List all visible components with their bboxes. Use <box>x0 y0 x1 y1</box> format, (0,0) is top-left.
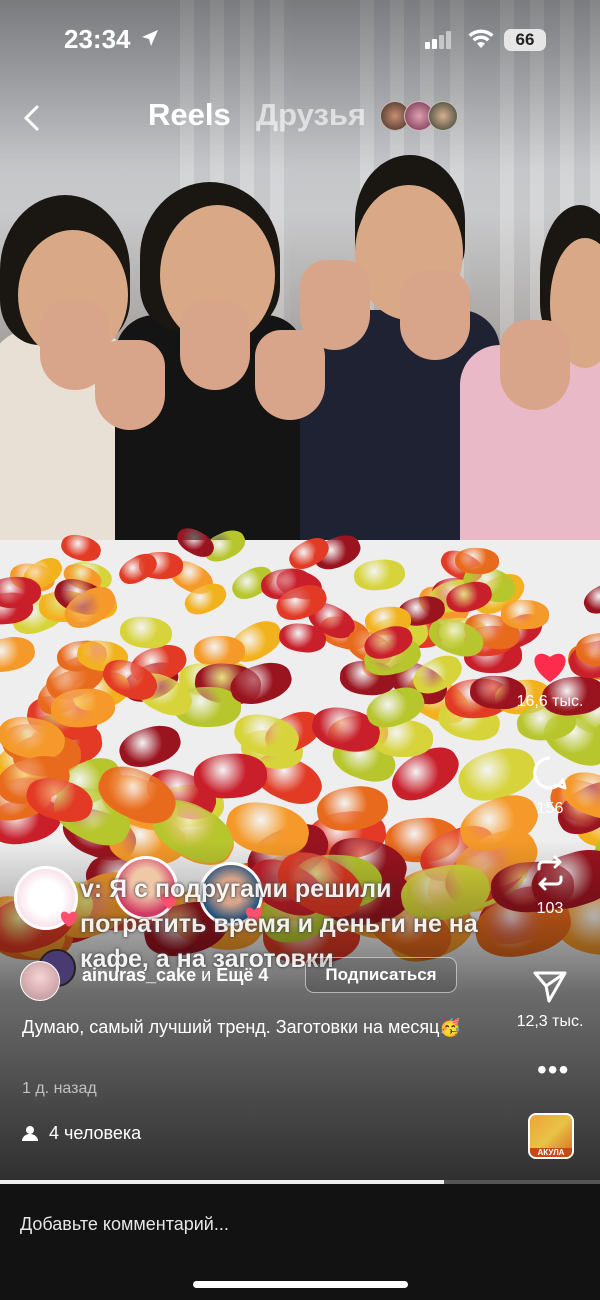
audio-track-thumbnail[interactable]: АКУЛА <box>528 1113 574 1159</box>
comment-input[interactable]: Добавьте комментарий... <box>20 1214 229 1235</box>
tagged-people[interactable]: 4 человека <box>22 1123 141 1144</box>
comment-button[interactable]: 156 <box>500 755 600 818</box>
reels-header: Reels Друзья <box>0 95 600 145</box>
hand <box>95 340 165 430</box>
friend-avatar <box>428 101 458 131</box>
location-arrow-icon <box>142 30 158 46</box>
person-icon <box>22 1126 38 1141</box>
audio-label: АКУЛА <box>530 1148 572 1157</box>
post-timestamp: 1 д. назад <box>22 1080 97 1097</box>
repost-button[interactable]: 103 <box>500 855 600 918</box>
reels-screen: 23:34 66 Reels Друзья v: Я с подругами р… <box>0 0 600 1300</box>
clock: 23:34 <box>64 24 131 54</box>
like-count: 16,6 тыс. <box>516 693 584 710</box>
status-bar: 23:34 66 <box>0 0 600 80</box>
author-avatar[interactable] <box>20 961 60 1001</box>
comment-count: 156 <box>536 800 564 817</box>
tab-friends[interactable]: Друзья <box>256 97 366 133</box>
friends-avatars[interactable] <box>378 101 458 131</box>
share-button[interactable]: 12,3 тыс. <box>500 968 600 1031</box>
heart-icon <box>60 911 78 927</box>
author-more[interactable]: Ещё 4 <box>216 965 268 985</box>
repost-icon <box>537 855 563 891</box>
back-chevron-icon[interactable] <box>18 103 48 133</box>
battery-indicator: 66 <box>504 29 546 51</box>
hand <box>400 270 470 360</box>
more-options-icon[interactable]: ••• <box>537 1056 569 1084</box>
post-caption[interactable]: Думаю, самый лучший тренд. Заготовки на … <box>22 1014 482 1040</box>
tagged-people-label: 4 человека <box>49 1123 142 1143</box>
author-username[interactable]: ainuras_cake <box>82 965 196 985</box>
cellular-signal-icon <box>425 31 453 49</box>
hand <box>180 300 250 390</box>
author-line[interactable]: ainuras_cake и Ещё 4 <box>82 965 268 986</box>
repost-count: 103 <box>536 900 564 917</box>
share-count: 12,3 тыс. <box>516 1013 584 1030</box>
author-row: ainuras_cake и Ещё 4 Подписаться <box>20 949 500 1001</box>
heart-filled-icon <box>534 653 566 682</box>
bell-pepper <box>454 546 500 575</box>
hand <box>300 260 370 350</box>
follow-button[interactable]: Подписаться <box>305 957 457 993</box>
wifi-icon <box>468 29 494 48</box>
author-connector: и <box>201 965 212 985</box>
send-paper-plane-icon <box>533 971 567 1003</box>
comment-bubble-icon <box>533 756 567 790</box>
tab-reels[interactable]: Reels <box>148 97 231 133</box>
like-button[interactable]: 16,6 тыс. <box>500 650 600 711</box>
hand <box>500 320 570 410</box>
bell-pepper <box>500 598 549 629</box>
home-indicator <box>193 1281 408 1288</box>
